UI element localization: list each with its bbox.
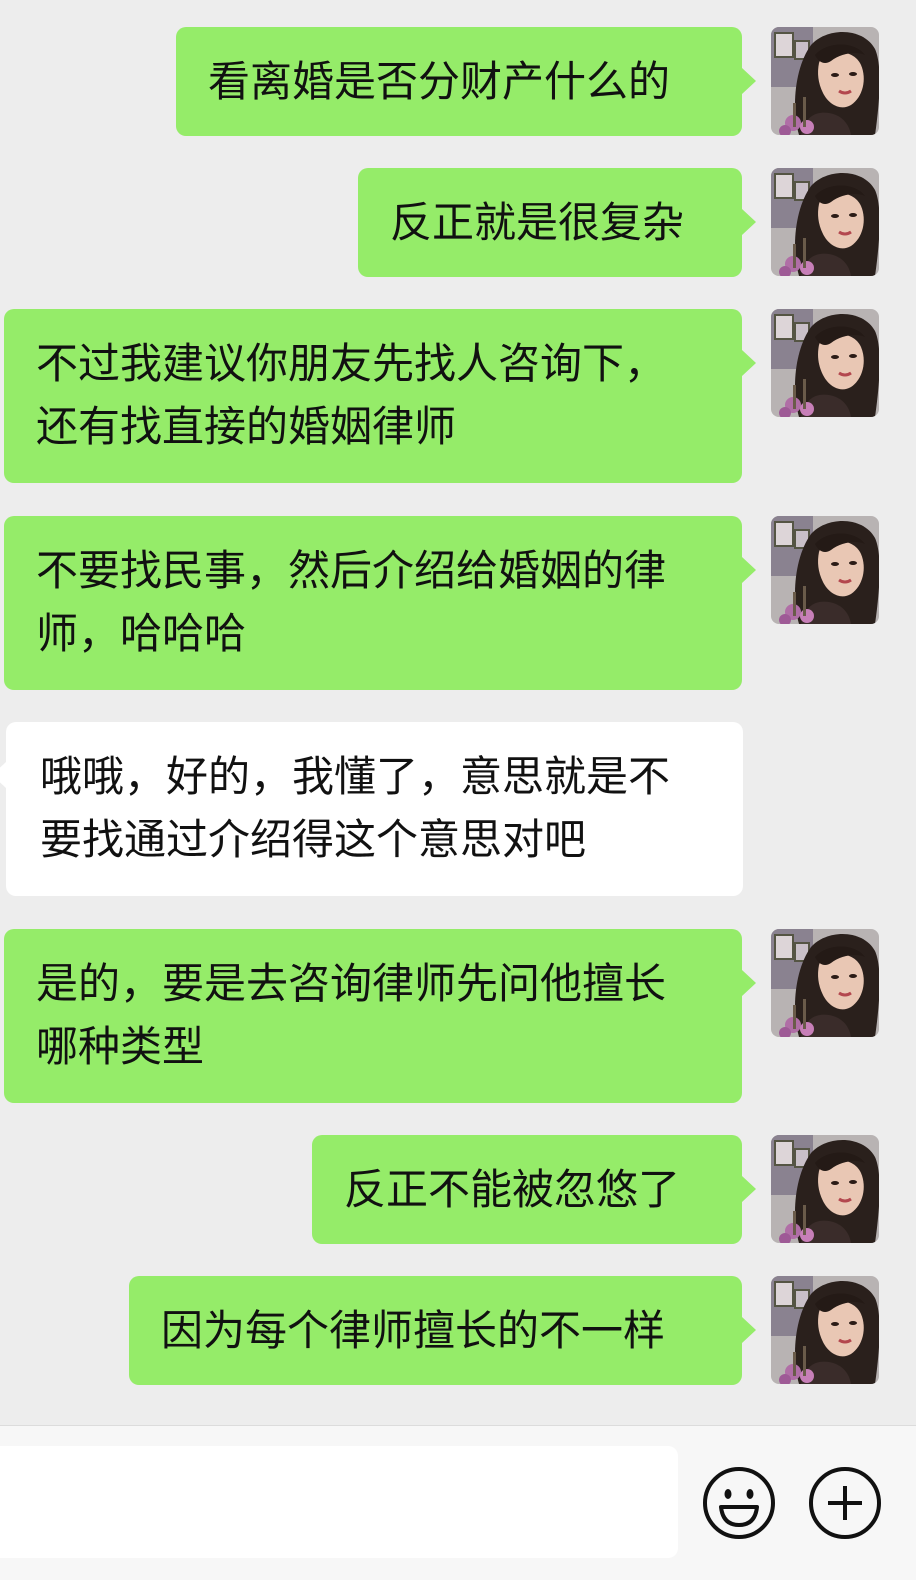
bubble-tail xyxy=(742,1176,756,1202)
bubble-tail xyxy=(742,1317,756,1343)
bubble-tail xyxy=(742,970,756,996)
avatar-image xyxy=(771,27,879,135)
emoji-icon xyxy=(703,1467,775,1539)
received-message-bubble[interactable]: 哦哦，好的，我懂了，意思就是不 要找通过介绍得这个意思对吧 xyxy=(6,722,743,896)
bubble-tail xyxy=(742,350,756,376)
sent-message-bubble[interactable]: 反正就是很复杂 xyxy=(358,168,742,277)
avatar-image xyxy=(771,1276,879,1384)
avatar[interactable] xyxy=(771,309,879,417)
message-input[interactable] xyxy=(0,1446,678,1558)
avatar-image xyxy=(771,929,879,1037)
plus-icon xyxy=(809,1467,881,1539)
avatar[interactable] xyxy=(771,1276,879,1384)
more-button[interactable] xyxy=(808,1466,882,1540)
avatar-image xyxy=(771,168,879,276)
input-bar xyxy=(0,1425,916,1580)
avatar-image xyxy=(771,516,879,624)
avatar-image xyxy=(771,309,879,417)
avatar[interactable] xyxy=(771,516,879,624)
message-row: 看离婚是否分财产什么的 xyxy=(0,0,916,160)
bubble-tail xyxy=(742,557,756,583)
sent-message-bubble[interactable]: 反正不能被忽悠了 xyxy=(312,1135,742,1244)
avatar[interactable] xyxy=(771,27,879,135)
sent-message-bubble[interactable]: 看离婚是否分财产什么的 xyxy=(176,27,742,136)
sent-message-bubble[interactable]: 因为每个律师擅长的不一样 xyxy=(129,1276,742,1385)
avatar[interactable] xyxy=(771,168,879,276)
bubble-tail xyxy=(742,68,756,94)
avatar[interactable] xyxy=(771,1135,879,1243)
avatar[interactable] xyxy=(771,929,879,1037)
bubble-tail xyxy=(742,209,756,235)
message-row: 因为每个律师擅长的不一样 xyxy=(0,0,916,1385)
sent-message-bubble[interactable]: 不过我建议你朋友先找人咨询下， 还有找直接的婚姻律师 xyxy=(4,309,742,483)
sent-message-bubble[interactable]: 不要找民事，然后介绍给婚姻的律 师，哈哈哈 xyxy=(4,516,742,690)
sent-message-bubble[interactable]: 是的，要是去咨询律师先问他擅长 哪种类型 xyxy=(4,929,742,1103)
avatar-image xyxy=(771,1135,879,1243)
emoji-button[interactable] xyxy=(702,1466,776,1540)
chat-message-list[interactable]: 看离婚是否分财产什么的 反正就是很复杂 不过我建议你朋友先找人咨询下， 还有找直… xyxy=(0,0,916,1425)
